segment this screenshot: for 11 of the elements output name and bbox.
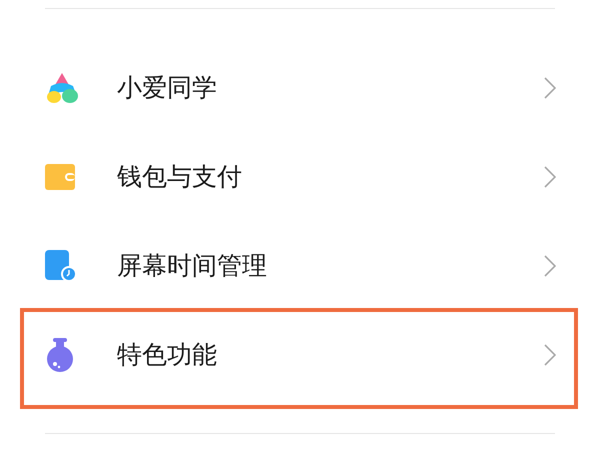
chevron-right-icon <box>544 344 556 366</box>
menu-item-label[interactable]: 钱包与支付 <box>117 158 544 196</box>
wallet-icon <box>45 164 75 190</box>
phone-clock-icon <box>45 250 77 282</box>
menu-item-label[interactable]: 屏幕时间管理 <box>117 246 544 284</box>
menu-item-label[interactable]: 特色功能 <box>117 336 544 374</box>
flask-icon <box>45 338 75 372</box>
chevron-right-icon <box>544 166 556 188</box>
menu-item-label[interactable]: 小爱同学 <box>117 68 544 106</box>
chevron-right-icon <box>544 76 556 98</box>
chevron-right-icon <box>544 254 556 276</box>
